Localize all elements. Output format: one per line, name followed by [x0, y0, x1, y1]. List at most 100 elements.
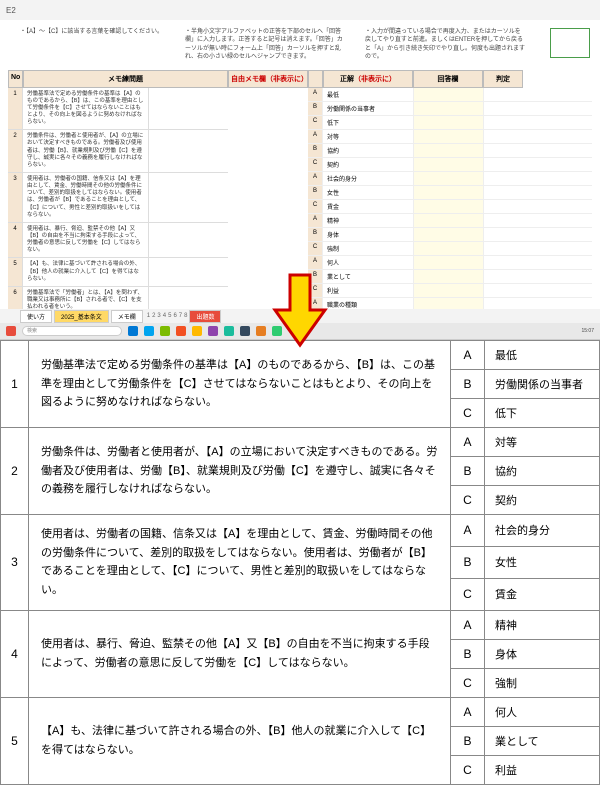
answer-row: A最低: [308, 88, 592, 102]
excel-screenshot: E2 ・【A】～【C】に該当する言葉を確認してください。 ・半角小文字アルファベ…: [0, 0, 600, 340]
judgment-cell: [483, 214, 523, 227]
judgment-cell: [483, 284, 523, 297]
app-icon-1[interactable]: [208, 326, 218, 336]
table-row: 4使用者は、暴行、脅迫、監禁その他【A】又【B】の自由を不当に拘束する手段によっ…: [8, 223, 228, 259]
judgment-cell: [483, 172, 523, 185]
tab-main-active[interactable]: 2025_基本条文: [54, 310, 109, 323]
answer-row: C低下: [308, 116, 592, 130]
answer-letter: A: [451, 515, 485, 547]
answer-input-cell[interactable]: [413, 186, 483, 199]
answer-row: A何人: [308, 256, 592, 270]
correct-answer-value: 協約: [323, 144, 413, 157]
question-text: 労働基準法で定める労働条件の基準は【A】のものであるから、【B】は、この基準を理…: [29, 341, 451, 428]
answer-input-cell[interactable]: [413, 242, 483, 255]
word-icon[interactable]: [176, 326, 186, 336]
answer-letter: A: [451, 341, 485, 370]
header-no: No: [8, 70, 23, 88]
header-letter: [308, 70, 323, 88]
app-icon-3[interactable]: [240, 326, 250, 336]
instruction-notes: ・【A】～【C】に該当する言葉を確認してください。 ・半角小文字アルファベットの…: [0, 20, 600, 70]
question-number: 3: [1, 515, 29, 611]
app-icon-2[interactable]: [224, 326, 234, 336]
answer-input-cell[interactable]: [413, 130, 483, 143]
tab-question-count[interactable]: 出題数: [189, 310, 221, 323]
down-arrow-icon: [270, 270, 330, 355]
taskbar-app-icon[interactable]: [6, 326, 16, 336]
correct-answer-value: 最低: [323, 88, 413, 101]
app-icon-4[interactable]: [256, 326, 266, 336]
answer-letter: A: [308, 256, 323, 269]
question-text: 【A】も、法律に基づいて許される場合の外、【B】他人の就業に介入して【C】を得て…: [23, 258, 148, 285]
answer-input-cell[interactable]: [413, 116, 483, 129]
memo-cell[interactable]: [148, 173, 228, 222]
answer-letter: A: [308, 172, 323, 185]
question-text: 労働条件は、労働者と使用者が、【A】の立場において決定すべきものである。労働者及…: [23, 130, 148, 172]
answer-input-cell[interactable]: [413, 214, 483, 227]
answer-input-cell[interactable]: [413, 158, 483, 171]
answer-value: 協約: [485, 457, 600, 486]
answer-row: C強制: [308, 242, 592, 256]
answer-input-cell[interactable]: [413, 200, 483, 213]
answer-input-cell[interactable]: [413, 88, 483, 101]
memo-cell[interactable]: [148, 258, 228, 285]
table-row: 4使用者は、暴行、脅迫、監禁その他【A】又【B】の自由を不当に拘束する手段によっ…: [1, 610, 600, 639]
answer-value: 低下: [485, 399, 600, 428]
answer-value: 契約: [485, 486, 600, 515]
header-correct-answer: 正解（非表示に）: [323, 70, 413, 88]
tab-page-number[interactable]: 1: [147, 313, 150, 319]
tab-page-number[interactable]: 3: [157, 313, 160, 319]
table-row: 2労働条件は、労働者と使用者が、【A】の立場において決定すべきものである。労働者…: [1, 428, 600, 457]
question-number: 2: [1, 428, 29, 515]
memo-cell[interactable]: [148, 130, 228, 172]
answer-row: A精神: [308, 214, 592, 228]
answer-value: 業として: [485, 726, 600, 755]
answer-input-cell[interactable]: [413, 172, 483, 185]
answer-letter: C: [308, 116, 323, 129]
explorer-icon[interactable]: [128, 326, 138, 336]
answer-row: B業として: [308, 270, 592, 284]
answer-value: 対等: [485, 428, 600, 457]
answer-row: C賃金: [308, 200, 592, 214]
judgment-cell: [483, 130, 523, 143]
correct-answer-value: 身体: [323, 228, 413, 241]
answer-value: 最低: [485, 341, 600, 370]
question-number: 4: [1, 610, 29, 697]
answer-letter: C: [451, 755, 485, 784]
taskbar-time: 15:07: [581, 328, 594, 334]
memo-cell[interactable]: [148, 223, 228, 258]
correct-answer-value: 精神: [323, 214, 413, 227]
taskbar-search[interactable]: 検索: [22, 326, 122, 336]
judgment-cell: [483, 200, 523, 213]
answer-value: 利益: [485, 755, 600, 784]
excel-icon[interactable]: [160, 326, 170, 336]
answer-letter: A: [308, 88, 323, 101]
correct-answer-value: 契約: [323, 158, 413, 171]
tab-memo[interactable]: メモ欄: [111, 310, 143, 323]
tab-page-number[interactable]: 7: [179, 313, 182, 319]
answer-value: 社会的身分: [485, 515, 600, 547]
answer-letter: C: [451, 399, 485, 428]
tab-page-number[interactable]: 6: [173, 313, 176, 319]
answer-input-cell[interactable]: [413, 102, 483, 115]
correct-answer-value: 業として: [323, 270, 413, 283]
answer-input-cell[interactable]: [413, 284, 483, 297]
answer-input-cell[interactable]: [413, 270, 483, 283]
answer-input-cell[interactable]: [413, 228, 483, 241]
tab-page-number[interactable]: 2: [152, 313, 155, 319]
tab-page-number[interactable]: 8: [184, 313, 187, 319]
answer-value: 労働関係の当事者: [485, 370, 600, 399]
answer-letter: B: [308, 186, 323, 199]
edge-icon[interactable]: [144, 326, 154, 336]
tab-usage[interactable]: 使い方: [20, 310, 52, 323]
answer-letter: B: [308, 144, 323, 157]
answer-row: B協約: [308, 144, 592, 158]
question-number: 5: [1, 697, 29, 784]
answer-input-cell[interactable]: [413, 256, 483, 269]
answer-input-cell[interactable]: [413, 144, 483, 157]
tab-page-number[interactable]: 4: [163, 313, 166, 319]
tab-page-number[interactable]: 5: [168, 313, 171, 319]
memo-cell[interactable]: [148, 88, 228, 130]
green-jump-box[interactable]: [550, 28, 590, 58]
chrome-icon[interactable]: [192, 326, 202, 336]
row-number: 4: [8, 223, 23, 258]
